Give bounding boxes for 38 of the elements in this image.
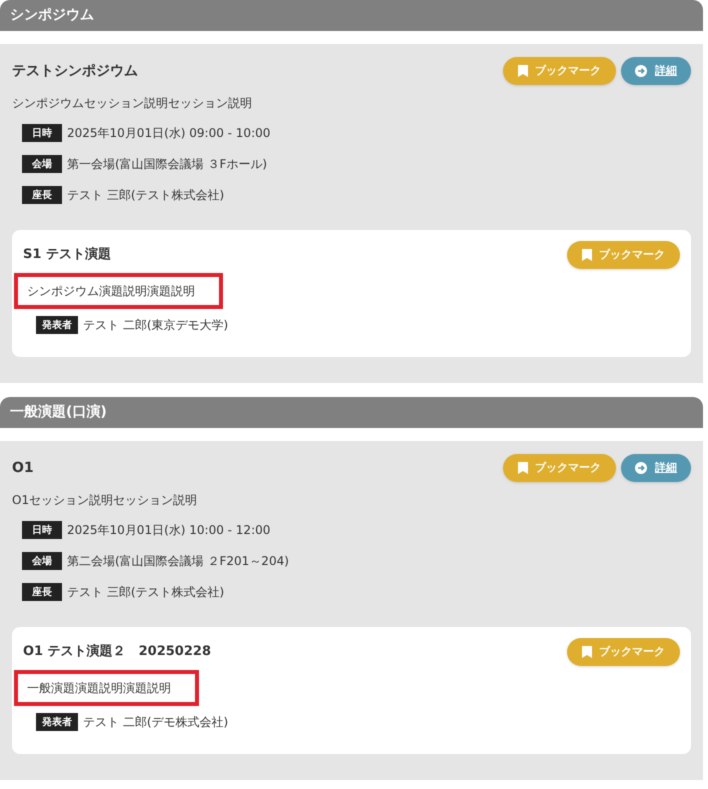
session-title: テストシンポジウム: [12, 62, 138, 80]
info-value: テスト 三郎(テスト株式会社): [67, 584, 224, 601]
info-value: テスト 三郎(テスト株式会社): [67, 187, 224, 204]
bookmark-icon: [582, 249, 592, 261]
label-badge: 発表者: [36, 316, 78, 334]
label-badge: 日時: [22, 521, 62, 539]
arrow-circle-icon: [635, 65, 647, 77]
section-header: シンポジウム: [0, 0, 703, 31]
detail-button[interactable]: 詳細: [621, 454, 691, 482]
bookmark-button[interactable]: ブックマーク: [503, 57, 616, 85]
section-header: 一般演題(口演): [0, 397, 703, 428]
bookmark-icon: [518, 462, 528, 474]
presentation-description: 一般演題演題説明演題説明: [14, 670, 199, 706]
label-badge: 発表者: [36, 713, 78, 731]
label-badge: 会場: [22, 552, 62, 570]
label-badge: 日時: [22, 124, 62, 142]
info-value: 第二会場(富山国際会議場 ２F201～204): [67, 553, 289, 570]
session-description: O1セッション説明セッション説明: [12, 492, 198, 509]
bookmark-button[interactable]: ブックマーク: [503, 454, 616, 482]
label-badge: 会場: [22, 155, 62, 173]
bookmark-icon: [518, 65, 528, 77]
presentation-description: シンポジウム演題説明演題説明: [14, 273, 223, 309]
info-value: 2025年10月01日(水) 09:00 - 10:00: [67, 125, 270, 142]
presenter-value: テスト 二郎(東京デモ大学): [83, 317, 228, 334]
session-title: O1: [12, 458, 34, 478]
info-value: 第一会場(富山国際会議場 ３Fホール): [67, 156, 268, 173]
label-badge: 座長: [22, 583, 62, 601]
presentation-title: O1 テスト演題２ 20250228: [23, 642, 211, 662]
bookmark-button[interactable]: ブックマーク: [567, 638, 680, 666]
presentation-title: S1 テスト演題: [23, 246, 111, 264]
info-value: 2025年10月01日(水) 10:00 - 12:00: [67, 522, 270, 539]
label-badge: 座長: [22, 186, 62, 204]
bookmark-icon: [582, 646, 592, 658]
session-description: シンポジウムセッション説明セッション説明: [12, 95, 253, 112]
bookmark-button[interactable]: ブックマーク: [567, 241, 680, 269]
arrow-circle-icon: [635, 462, 647, 474]
presenter-value: テスト 二郎(デモ株式会社): [83, 714, 228, 731]
detail-button[interactable]: 詳細: [621, 57, 691, 85]
